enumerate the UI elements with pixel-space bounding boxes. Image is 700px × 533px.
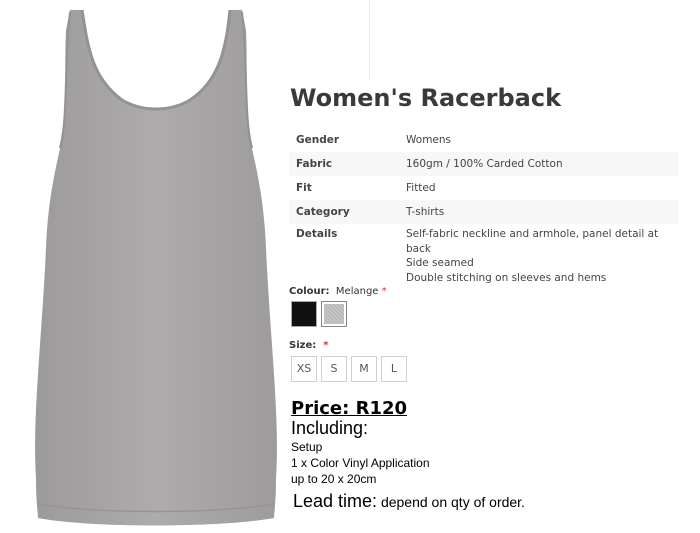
size-label-text: Size:	[289, 340, 317, 351]
spec-value: T-shirts	[399, 200, 678, 224]
spec-label: Details	[296, 228, 338, 240]
size-option-m[interactable]: M	[351, 356, 377, 382]
spec-row-category: Category T-shirts	[289, 200, 678, 224]
colour-swatch-black[interactable]	[291, 301, 317, 327]
detail-line: Double stitching on sleeves and hems	[406, 271, 607, 284]
size-option-s[interactable]: S	[321, 356, 347, 382]
lead-time: Lead time: depend on qty of order.	[293, 491, 525, 512]
spec-value: Self-fabric neckline and armhole, panel …	[399, 224, 678, 288]
size-label: Size: *	[289, 340, 328, 351]
included-item: 1 x Color Vinyl Application	[291, 456, 430, 470]
colour-selected-value: Melange	[335, 286, 379, 297]
included-item: up to 20 x 20cm	[291, 472, 377, 486]
product-specs-table: Gender Womens Fabric 160gm / 100% Carded…	[289, 128, 678, 288]
spec-label: Category	[289, 200, 399, 224]
size-option-l[interactable]: L	[381, 356, 407, 382]
colour-label: Colour: Melange *	[289, 286, 387, 297]
product-title: Women's Racerback	[290, 84, 562, 112]
product-image[interactable]	[30, 8, 282, 528]
spec-row-details: Details Self-fabric neckline and armhole…	[289, 224, 678, 288]
top-divider	[369, 0, 370, 80]
spec-label: Fit	[296, 182, 312, 194]
spec-label: Gender	[296, 134, 340, 146]
required-mark: *	[381, 286, 387, 297]
spec-value: 160gm / 100% Carded Cotton	[399, 152, 678, 176]
included-item: Setup	[291, 440, 323, 454]
lead-time-label: Lead time:	[293, 491, 378, 511]
spec-value: Womens	[406, 134, 452, 146]
spec-value: Fitted	[406, 182, 436, 194]
colour-label-text: Colour:	[289, 286, 330, 297]
required-mark: *	[323, 340, 329, 351]
spec-row-fit: Fit Fitted	[289, 176, 678, 200]
detail-line: Side seamed	[406, 257, 474, 269]
colour-swatch-melange[interactable]	[321, 301, 347, 327]
including-label: Including:	[291, 418, 369, 438]
spec-row-fabric: Fabric 160gm / 100% Carded Cotton	[289, 152, 678, 176]
lead-time-value: depend on qty of order.	[377, 494, 525, 510]
spec-label: Fabric	[289, 152, 399, 176]
detail-line: Self-fabric neckline and armhole, panel …	[406, 228, 659, 255]
size-option-xs[interactable]: XS	[291, 356, 317, 382]
spec-row-gender: Gender Womens	[289, 128, 678, 152]
price: Price: R120	[291, 398, 408, 419]
